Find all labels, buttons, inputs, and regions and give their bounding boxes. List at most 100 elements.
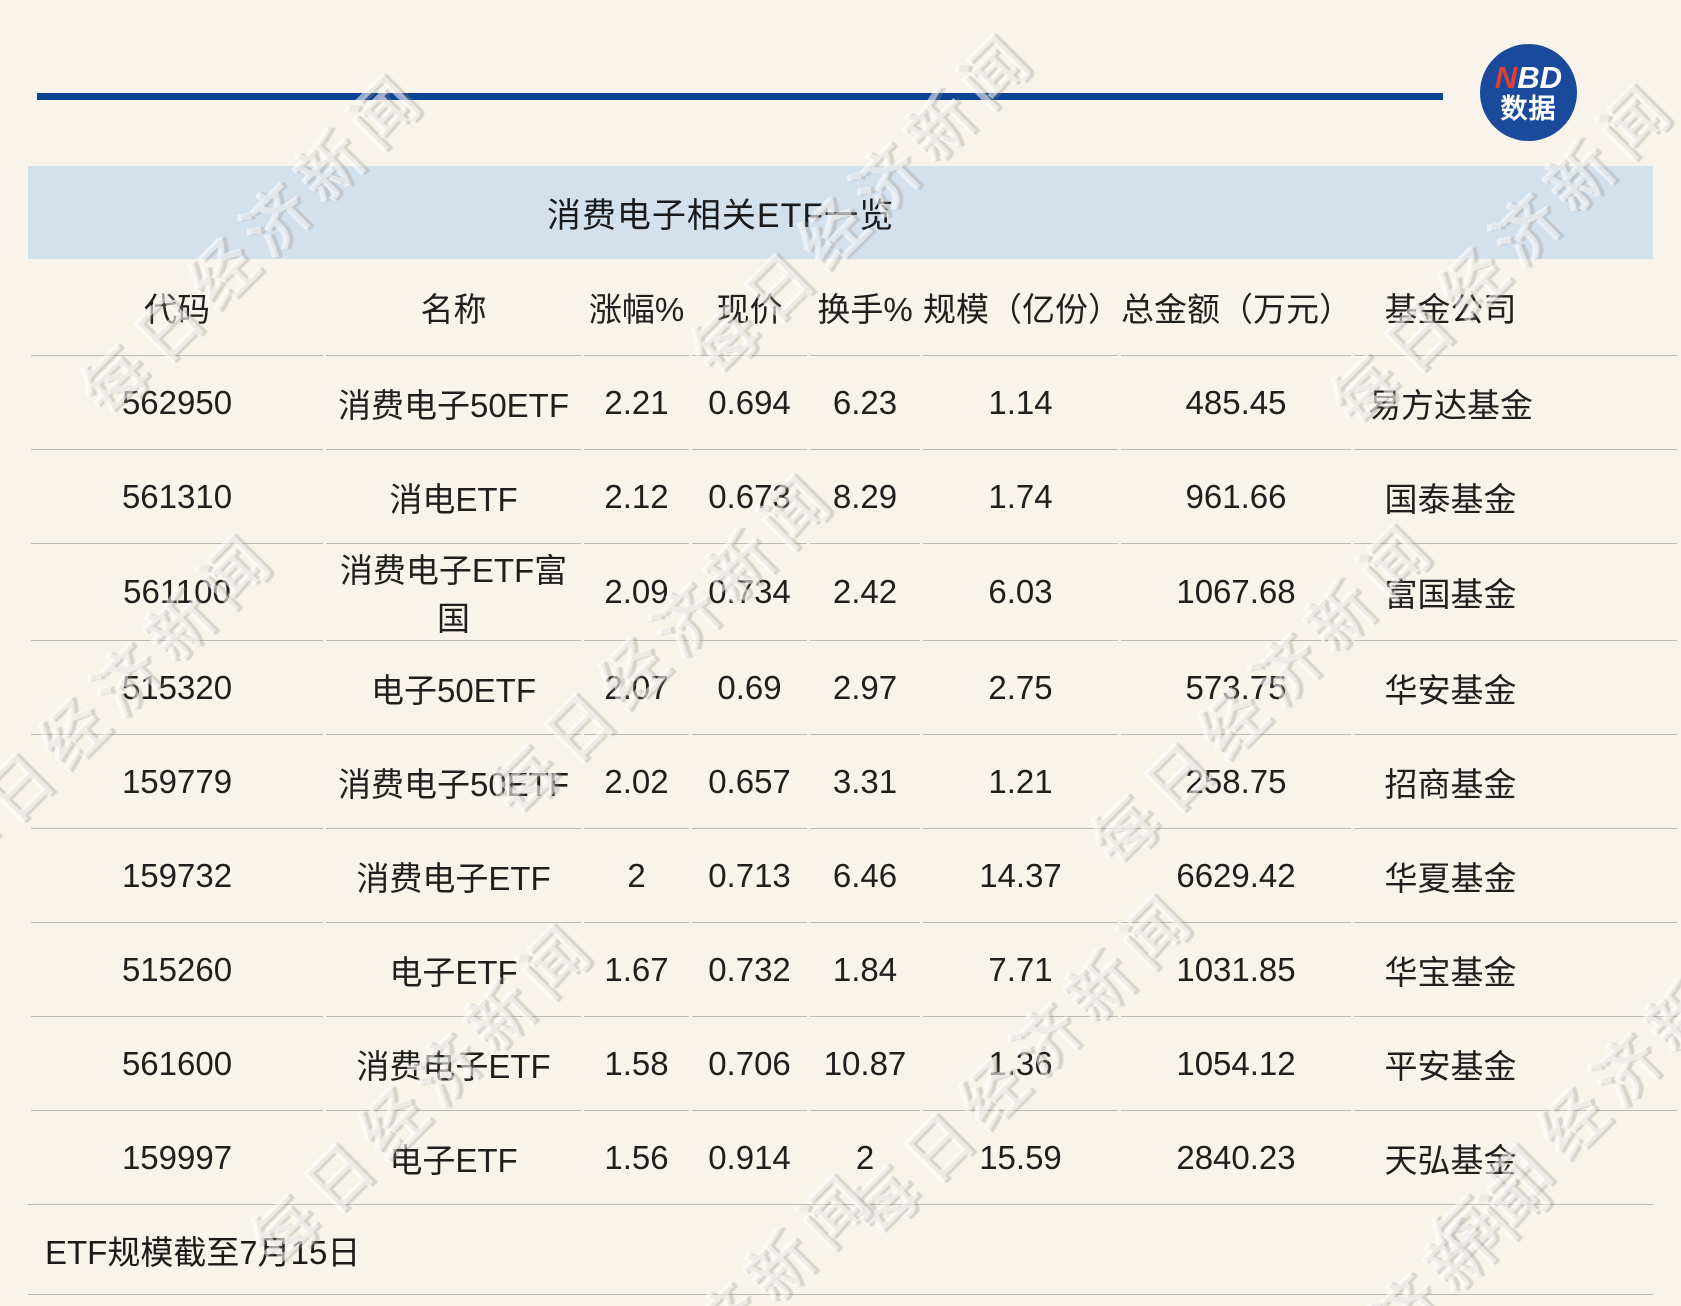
cell-name: 消费电子50ETF bbox=[326, 734, 581, 828]
cell-name: 消费电子ETF bbox=[326, 828, 581, 922]
cell-name: 电子50ETF bbox=[326, 640, 581, 734]
etf-table: 代码 名称 涨幅% 现价 换手% 规模（亿份） 总金额（万元） 基金公司 562… bbox=[28, 259, 1680, 1204]
table-footnote: ETF规模截至7月15日 bbox=[28, 1204, 1653, 1295]
cell-code: 159779 bbox=[31, 734, 323, 828]
table-title-bar: 消费电子相关ETF一览 bbox=[28, 166, 1653, 259]
table-row: 159997 电子ETF 1.56 0.914 2 15.59 2840.23 … bbox=[31, 1110, 1677, 1204]
cell-fund-company: 易方达基金 bbox=[1354, 355, 1677, 449]
cell-code: 515260 bbox=[31, 922, 323, 1016]
cell-total-amount: 258.75 bbox=[1121, 734, 1351, 828]
table-row: 562950 消费电子50ETF 2.21 0.694 6.23 1.14 48… bbox=[31, 355, 1677, 449]
cell-name: 消电ETF bbox=[326, 449, 581, 543]
cell-total-amount: 573.75 bbox=[1121, 640, 1351, 734]
cell-scale: 1.14 bbox=[923, 355, 1118, 449]
cell-change-pct: 2.09 bbox=[584, 543, 689, 640]
table-row: 515320 电子50ETF 2.07 0.69 2.97 2.75 573.7… bbox=[31, 640, 1677, 734]
cell-price: 0.713 bbox=[692, 828, 807, 922]
table-row: 159732 消费电子ETF 2 0.713 6.46 14.37 6629.4… bbox=[31, 828, 1677, 922]
cell-turnover-pct: 10.87 bbox=[810, 1016, 920, 1110]
cell-code: 562950 bbox=[31, 355, 323, 449]
cell-price: 0.694 bbox=[692, 355, 807, 449]
cell-fund-company: 华安基金 bbox=[1354, 640, 1677, 734]
cell-total-amount: 1067.68 bbox=[1121, 543, 1351, 640]
cell-price: 0.734 bbox=[692, 543, 807, 640]
cell-code: 561600 bbox=[31, 1016, 323, 1110]
cell-price: 0.673 bbox=[692, 449, 807, 543]
cell-change-pct: 1.58 bbox=[584, 1016, 689, 1110]
cell-change-pct: 1.67 bbox=[584, 922, 689, 1016]
cell-fund-company: 华夏基金 bbox=[1354, 828, 1677, 922]
cell-turnover-pct: 3.31 bbox=[810, 734, 920, 828]
table-row: 561100 消费电子ETF富国 2.09 0.734 2.42 6.03 10… bbox=[31, 543, 1677, 640]
cell-total-amount: 1054.12 bbox=[1121, 1016, 1351, 1110]
cell-name: 电子ETF bbox=[326, 1110, 581, 1204]
col-header-turnover-pct: 换手% bbox=[810, 259, 920, 355]
cell-turnover-pct: 8.29 bbox=[810, 449, 920, 543]
cell-turnover-pct: 6.23 bbox=[810, 355, 920, 449]
cell-turnover-pct: 6.46 bbox=[810, 828, 920, 922]
cell-price: 0.69 bbox=[692, 640, 807, 734]
table-row: 159779 消费电子50ETF 2.02 0.657 3.31 1.21 25… bbox=[31, 734, 1677, 828]
cell-total-amount: 1031.85 bbox=[1121, 922, 1351, 1016]
cell-change-pct: 1.56 bbox=[584, 1110, 689, 1204]
cell-turnover-pct: 2.42 bbox=[810, 543, 920, 640]
table-title: 消费电子相关ETF一览 bbox=[547, 188, 894, 237]
cell-scale: 1.21 bbox=[923, 734, 1118, 828]
cell-scale: 1.36 bbox=[923, 1016, 1118, 1110]
cell-turnover-pct: 2.97 bbox=[810, 640, 920, 734]
nbd-logo-letters-bd: BD bbox=[1517, 60, 1562, 95]
col-header-fund-company: 基金公司 bbox=[1354, 259, 1677, 355]
cell-price: 0.706 bbox=[692, 1016, 807, 1110]
cell-fund-company: 华宝基金 bbox=[1354, 922, 1677, 1016]
table-row: 515260 电子ETF 1.67 0.732 1.84 7.71 1031.8… bbox=[31, 922, 1677, 1016]
cell-turnover-pct: 2 bbox=[810, 1110, 920, 1204]
cell-total-amount: 2840.23 bbox=[1121, 1110, 1351, 1204]
cell-total-amount: 485.45 bbox=[1121, 355, 1351, 449]
cell-fund-company: 国泰基金 bbox=[1354, 449, 1677, 543]
cell-scale: 14.37 bbox=[923, 828, 1118, 922]
cell-total-amount: 6629.42 bbox=[1121, 828, 1351, 922]
nbd-logo-top-text: NBD bbox=[1495, 62, 1562, 95]
cell-scale: 7.71 bbox=[923, 922, 1118, 1016]
cell-fund-company: 招商基金 bbox=[1354, 734, 1677, 828]
cell-fund-company: 富国基金 bbox=[1354, 543, 1677, 640]
cell-change-pct: 2 bbox=[584, 828, 689, 922]
cell-change-pct: 2.02 bbox=[584, 734, 689, 828]
cell-name: 消费电子ETF bbox=[326, 1016, 581, 1110]
cell-price: 0.914 bbox=[692, 1110, 807, 1204]
cell-code: 159732 bbox=[31, 828, 323, 922]
cell-scale: 1.74 bbox=[923, 449, 1118, 543]
cell-turnover-pct: 1.84 bbox=[810, 922, 920, 1016]
col-header-total-amount: 总金额（万元） bbox=[1121, 259, 1351, 355]
table-row: 561310 消电ETF 2.12 0.673 8.29 1.74 961.66… bbox=[31, 449, 1677, 543]
col-header-change-pct: 涨幅% bbox=[584, 259, 689, 355]
table-header-row: 代码 名称 涨幅% 现价 换手% 规模（亿份） 总金额（万元） 基金公司 bbox=[31, 259, 1677, 355]
cell-price: 0.657 bbox=[692, 734, 807, 828]
cell-code: 515320 bbox=[31, 640, 323, 734]
cell-code: 159997 bbox=[31, 1110, 323, 1204]
col-header-scale: 规模（亿份） bbox=[923, 259, 1118, 355]
cell-scale: 6.03 bbox=[923, 543, 1118, 640]
header-band: NBD 数据 bbox=[0, 0, 1681, 166]
nbd-logo: NBD 数据 bbox=[1480, 44, 1577, 141]
cell-scale: 2.75 bbox=[923, 640, 1118, 734]
cell-change-pct: 2.21 bbox=[584, 355, 689, 449]
cell-change-pct: 2.07 bbox=[584, 640, 689, 734]
cell-name: 消费电子50ETF bbox=[326, 355, 581, 449]
cell-fund-company: 天弘基金 bbox=[1354, 1110, 1677, 1204]
cell-total-amount: 961.66 bbox=[1121, 449, 1351, 543]
nbd-logo-letter-n: N bbox=[1495, 60, 1517, 95]
cell-change-pct: 2.12 bbox=[584, 449, 689, 543]
accent-rule bbox=[37, 93, 1443, 100]
cell-price: 0.732 bbox=[692, 922, 807, 1016]
cell-scale: 15.59 bbox=[923, 1110, 1118, 1204]
cell-name: 消费电子ETF富国 bbox=[326, 543, 581, 640]
cell-code: 561310 bbox=[31, 449, 323, 543]
col-header-name: 名称 bbox=[326, 259, 581, 355]
col-header-price: 现价 bbox=[692, 259, 807, 355]
cell-name: 电子ETF bbox=[326, 922, 581, 1016]
cell-fund-company: 平安基金 bbox=[1354, 1016, 1677, 1110]
col-header-code: 代码 bbox=[31, 259, 323, 355]
cell-code: 561100 bbox=[31, 543, 323, 640]
table-row: 561600 消费电子ETF 1.58 0.706 10.87 1.36 105… bbox=[31, 1016, 1677, 1110]
